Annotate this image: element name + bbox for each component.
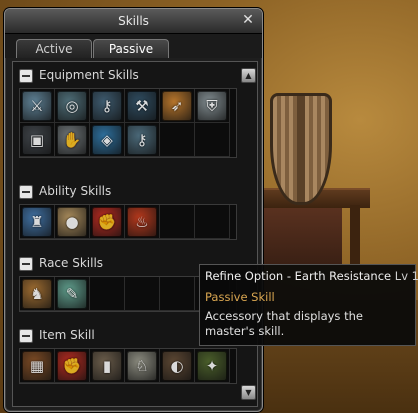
section-label: Ability Skills [39,184,112,198]
flame-icon[interactable]: ♨ [127,207,157,237]
skill-slot[interactable] [160,205,195,239]
skills-panel: Equipment Skills ⚔ ◎ ⚷ ⚒ ➶ ⛨ ▣ ✋ ◈ ⚷ Ability Skil… [12,61,258,407]
tooltip-skill-type: Passive Skill [205,290,275,304]
tooltip-level: Lv 1 [394,269,418,283]
skill-slot[interactable]: ◈ [90,123,125,157]
window-title: Skills [118,14,149,28]
table-body [262,205,342,265]
skill-tooltip: Refine Option - Earth Resistance Lv 1 Pa… [199,264,418,346]
title-bar[interactable]: Skills ✕ [5,9,262,34]
gauntlet-icon[interactable]: ✋ [57,125,87,155]
key-ring-icon[interactable]: ⚷ [92,91,122,121]
shield-crest-icon[interactable]: ◈ [92,125,122,155]
tab-active[interactable]: Active [16,39,92,58]
skill-slot[interactable] [195,205,230,239]
skill-slot[interactable]: ▣ [20,123,55,157]
skill-slot[interactable]: ♨ [125,205,160,239]
scroll-up-icon[interactable]: ▲ [241,68,256,83]
skills-window: Skills ✕ Active Passive Equipment Skills… [4,8,263,412]
skill-slot[interactable]: ⚷ [90,89,125,123]
ring-key-icon[interactable]: ⚷ [127,125,157,155]
knight-icon[interactable]: ♘ [127,351,157,381]
section-label: Item Skill [39,328,95,342]
skill-slot[interactable]: ✋ [55,123,90,157]
section-header: Ability Skills [19,182,239,200]
skill-slot[interactable]: ✊ [55,349,90,383]
skill-slot[interactable]: ✎ [55,277,90,311]
skill-slot[interactable]: ◎ [55,89,90,123]
skill-slot[interactable]: ● [55,205,90,239]
section-ability-skills: Ability Skills ♜ ● ✊ ♨ [19,182,239,240]
shield-rib [297,96,305,202]
chair-icon[interactable]: ♜ [22,207,52,237]
close-icon[interactable]: ✕ [240,12,256,28]
section-header: Equipment Skills [19,66,239,84]
collapse-icon[interactable] [19,329,33,343]
sword-icon[interactable]: ⚔ [22,91,52,121]
skill-slot[interactable]: ♞ [20,277,55,311]
spear-icon[interactable]: ➶ [162,91,192,121]
scroll-icon[interactable]: ✎ [57,279,87,309]
tab-bar: Active Passive [5,34,262,58]
skill-slot[interactable]: ⚒ [125,89,160,123]
skill-slot[interactable]: ⚷ [125,123,160,157]
section-label: Race Skills [39,256,104,270]
wall-shield [270,93,332,205]
scrollbar[interactable]: ▲ ▼ [241,66,256,400]
barrel-shield-icon[interactable]: ◐ [162,351,192,381]
tab-passive[interactable]: Passive [93,39,169,58]
coin-icon[interactable]: ● [57,207,87,237]
belt-icon[interactable]: ▣ [22,125,52,155]
collapse-icon[interactable] [19,69,33,83]
skill-slot[interactable]: ✦ [195,349,230,383]
skill-slot[interactable]: ♘ [125,349,160,383]
skill-slot[interactable] [195,123,230,157]
skill-slot[interactable]: ✊ [90,205,125,239]
section-equipment-skills: Equipment Skills ⚔ ◎ ⚷ ⚒ ➶ ⛨ ▣ ✋ ◈ ⚷ [19,66,239,158]
chest-icon[interactable]: ▦ [22,351,52,381]
skill-slot[interactable]: ◐ [160,349,195,383]
collapse-icon[interactable] [19,257,33,271]
fire-hand-icon[interactable]: ✊ [92,207,122,237]
skill-grid: ▦ ✊ ▮ ♘ ◐ ✦ [19,348,237,384]
tooltip-skill-name: Refine Option - Earth Resistance [205,269,392,283]
earth-resistance-icon[interactable]: ✦ [197,351,227,381]
bag-icon[interactable]: ♞ [22,279,52,309]
skill-slot[interactable]: ⛨ [195,89,230,123]
skill-slot[interactable]: ➶ [160,89,195,123]
skill-slot[interactable] [90,277,125,311]
skill-slot[interactable] [160,277,195,311]
skill-slot[interactable] [125,277,160,311]
scroll-down-icon[interactable]: ▼ [241,385,256,400]
skill-slot[interactable]: ▮ [90,349,125,383]
bracer-icon[interactable]: ▮ [92,351,122,381]
red-hand-icon[interactable]: ✊ [57,351,87,381]
axe-icon[interactable]: ⚒ [127,91,157,121]
skill-slot[interactable]: ♜ [20,205,55,239]
section-label: Equipment Skills [39,68,139,82]
skill-slot[interactable]: ▦ [20,349,55,383]
skill-slot[interactable]: ⚔ [20,89,55,123]
tooltip-description: Accessory that displays the master's ski… [205,309,363,338]
swirl-icon[interactable]: ◎ [57,91,87,121]
table-leg [350,205,360,265]
tooltip-title: Refine Option - Earth Resistance Lv 1 [205,269,418,283]
skill-slot[interactable] [160,123,195,157]
skill-grid: ♜ ● ✊ ♨ [19,204,237,240]
armor-icon[interactable]: ⛨ [197,91,227,121]
collapse-icon[interactable] [19,185,33,199]
skill-grid: ⚔ ◎ ⚷ ⚒ ➶ ⛨ ▣ ✋ ◈ ⚷ [19,88,237,158]
